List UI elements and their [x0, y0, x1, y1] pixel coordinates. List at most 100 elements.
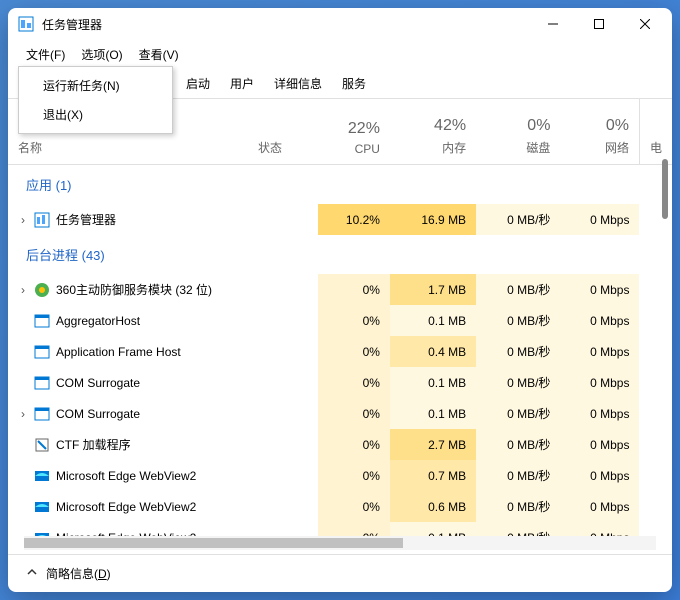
memory-cell: 0.4 MB — [390, 336, 476, 367]
group-label: 应用 (1) — [8, 165, 672, 205]
taskmgr-icon — [34, 212, 50, 228]
net-total: 0% — [570, 117, 629, 135]
status-cell — [248, 305, 318, 336]
col-disk[interactable]: 0%磁盘 — [476, 99, 560, 165]
status-cell — [248, 429, 318, 460]
network-cell: 0 Mbps — [560, 305, 639, 336]
memory-cell: 0.1 MB — [390, 305, 476, 336]
status-cell — [248, 274, 318, 305]
cpu-cell: 0% — [318, 522, 390, 536]
menu-file[interactable]: 文件(F) — [18, 42, 73, 67]
disk-cell: 0 MB/秒 — [476, 522, 560, 536]
disk-cell: 0 MB/秒 — [476, 367, 560, 398]
process-row[interactable]: AggregatorHost0%0.1 MB0 MB/秒0 Mbps — [8, 305, 672, 336]
table-scroll[interactable]: 名称 状态 22%CPU 42%内存 0%磁盘 0%网络 电 应用 (1)›任务… — [8, 99, 672, 536]
col-power[interactable]: 电 — [639, 99, 672, 165]
footer: 简略信息(D) — [8, 554, 672, 592]
hscroll-thumb[interactable] — [24, 538, 403, 548]
tab-users[interactable]: 用户 — [220, 69, 264, 98]
group-label: 后台进程 (43) — [8, 235, 672, 274]
minimize-button[interactable] — [530, 8, 576, 40]
process-row[interactable]: Microsoft Edge WebView20%0.1 MB0 MB/秒0 M… — [8, 522, 672, 536]
process-row[interactable]: Microsoft Edge WebView20%0.7 MB0 MB/秒0 M… — [8, 460, 672, 491]
cpu-label: CPU — [355, 142, 380, 156]
network-cell: 0 Mbps — [560, 491, 639, 522]
cpu-cell: 0% — [318, 367, 390, 398]
cpu-cell: 0% — [318, 491, 390, 522]
app-icon — [18, 16, 34, 32]
tab-services[interactable]: 服务 — [332, 69, 376, 98]
status-cell — [248, 491, 318, 522]
group-bg[interactable]: 后台进程 (43) — [8, 235, 672, 274]
cpu-cell: 0% — [318, 398, 390, 429]
col-memory[interactable]: 42%内存 — [390, 99, 476, 165]
process-row[interactable]: ›360主动防御服务模块 (32 位)0%1.7 MB0 MB/秒0 Mbps — [8, 274, 672, 305]
menu-options[interactable]: 选项(O) — [73, 42, 130, 67]
status-cell — [248, 336, 318, 367]
cpu-cell: 0% — [318, 274, 390, 305]
menu-run-new-task[interactable]: 运行新任务(N) — [19, 71, 172, 100]
cpu-cell: 10.2% — [318, 204, 390, 235]
close-button[interactable] — [622, 8, 668, 40]
app-icon — [34, 375, 50, 391]
process-row[interactable]: ›COM Surrogate0%0.1 MB0 MB/秒0 Mbps — [8, 398, 672, 429]
vertical-scrollbar[interactable] — [660, 159, 670, 526]
net-label: 网络 — [605, 141, 629, 155]
ctf-icon — [34, 437, 50, 453]
process-row[interactable]: ›任务管理器10.2%16.9 MB0 MB/秒0 Mbps — [8, 204, 672, 235]
menu-view[interactable]: 查看(V) — [131, 42, 187, 67]
scroll-thumb[interactable] — [662, 159, 668, 219]
network-cell: 0 Mbps — [560, 204, 639, 235]
network-cell: 0 Mbps — [560, 367, 639, 398]
chevron-up-icon[interactable] — [26, 566, 38, 581]
process-name: Microsoft Edge WebView2 — [56, 500, 196, 514]
col-status[interactable]: 状态 — [248, 99, 318, 165]
process-row[interactable]: CTF 加载程序0%2.7 MB0 MB/秒0 Mbps — [8, 429, 672, 460]
edge-icon — [34, 468, 50, 484]
app-icon — [34, 406, 50, 422]
col-cpu[interactable]: 22%CPU — [318, 99, 390, 165]
group-apps[interactable]: 应用 (1) — [8, 165, 672, 205]
disk-cell: 0 MB/秒 — [476, 460, 560, 491]
process-row[interactable]: Microsoft Edge WebView20%0.6 MB0 MB/秒0 M… — [8, 491, 672, 522]
process-name: CTF 加载程序 — [56, 436, 131, 453]
process-name: Microsoft Edge WebView2 — [56, 469, 196, 483]
memory-cell: 0.1 MB — [390, 398, 476, 429]
menu-exit[interactable]: 退出(X) — [19, 100, 172, 129]
network-cell: 0 Mbps — [560, 460, 639, 491]
disk-cell: 0 MB/秒 — [476, 429, 560, 460]
tab-startup[interactable]: 启动 — [176, 69, 220, 98]
memory-cell: 1.7 MB — [390, 274, 476, 305]
process-row[interactable]: Application Frame Host0%0.4 MB0 MB/秒0 Mb… — [8, 336, 672, 367]
col-network[interactable]: 0% 网络 — [560, 99, 639, 165]
status-cell — [248, 367, 318, 398]
network-cell: 0 Mbps — [560, 398, 639, 429]
brief-info-link[interactable]: 简略信息(D) — [46, 565, 111, 582]
memory-cell: 0.1 MB — [390, 522, 476, 536]
cpu-cell: 0% — [318, 460, 390, 491]
status-cell — [248, 522, 318, 536]
tab-details[interactable]: 详细信息 — [264, 69, 332, 98]
disk-cell: 0 MB/秒 — [476, 305, 560, 336]
memory-cell: 0.6 MB — [390, 491, 476, 522]
expand-toggle[interactable]: › — [18, 283, 28, 297]
status-cell — [248, 204, 318, 235]
network-cell: 0 Mbps — [560, 429, 639, 460]
process-row[interactable]: COM Surrogate0%0.1 MB0 MB/秒0 Mbps — [8, 367, 672, 398]
maximize-button[interactable] — [576, 8, 622, 40]
disk-total: 0% — [486, 117, 550, 135]
app-icon — [34, 313, 50, 329]
titlebar[interactable]: 任务管理器 — [8, 8, 672, 40]
menubar: 文件(F) 选项(O) 查看(V) 运行新任务(N) 退出(X) — [8, 40, 672, 69]
cpu-cell: 0% — [318, 305, 390, 336]
content-area: 名称 状态 22%CPU 42%内存 0%磁盘 0%网络 电 应用 (1)›任务… — [8, 99, 672, 536]
mem-label: 内存 — [442, 141, 466, 155]
disk-cell: 0 MB/秒 — [476, 336, 560, 367]
expand-toggle[interactable]: › — [18, 213, 28, 227]
process-table: 名称 状态 22%CPU 42%内存 0%磁盘 0%网络 电 应用 (1)›任务… — [8, 99, 672, 536]
360-icon — [34, 282, 50, 298]
process-name: Application Frame Host — [56, 345, 181, 359]
disk-cell: 0 MB/秒 — [476, 274, 560, 305]
expand-toggle[interactable]: › — [18, 407, 28, 421]
horizontal-scrollbar[interactable] — [24, 536, 656, 550]
